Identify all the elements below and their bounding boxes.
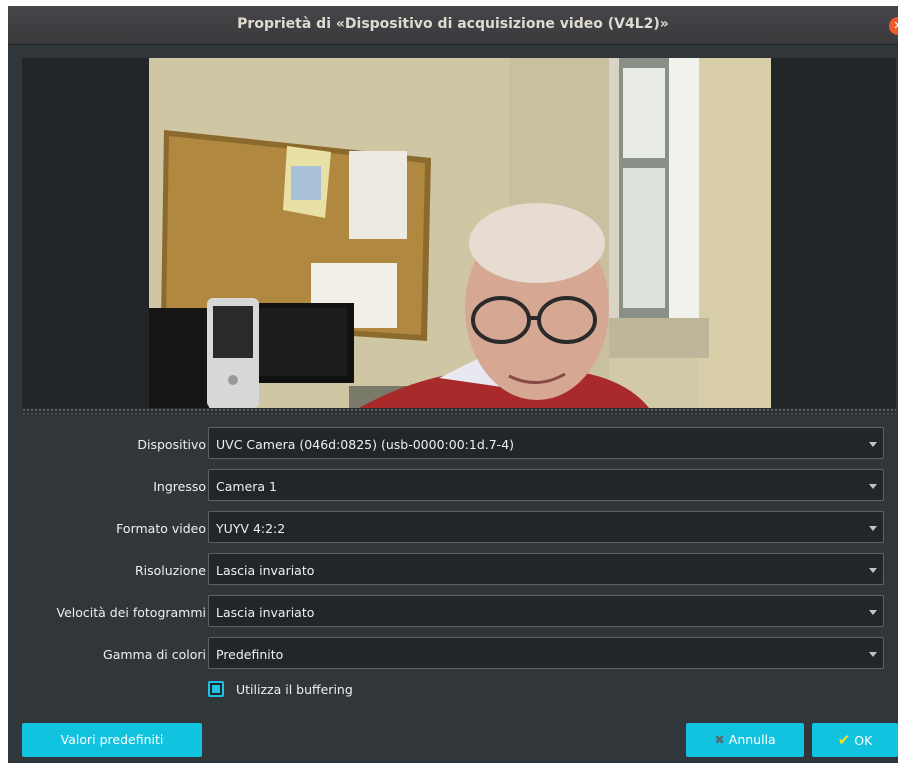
color-range-value: Predefinito (216, 647, 284, 662)
cancel-button[interactable]: ✖ Annulla (686, 723, 804, 757)
cancel-button-label: Annulla (728, 732, 776, 747)
chevron-down-icon (869, 442, 877, 447)
close-icon[interactable]: ✕ (889, 17, 898, 35)
device-combo[interactable]: UVC Camera (046d:0825) (usb-0000:00:1d.7… (208, 427, 884, 459)
resolution-label: Risoluzione (134, 563, 206, 578)
input-combo[interactable]: Camera 1 (208, 469, 884, 501)
preview-splitter[interactable] (22, 408, 896, 414)
chevron-down-icon (869, 610, 877, 615)
input-value: Camera 1 (216, 479, 277, 494)
ok-button[interactable]: ✔ OK (812, 723, 898, 757)
defaults-button-label: Valori predefiniti (60, 732, 164, 747)
chevron-down-icon (869, 568, 877, 573)
color-range-combo[interactable]: Predefinito (208, 637, 884, 669)
frame-rate-combo[interactable]: Lascia invariato (208, 595, 884, 627)
row-dispositivo: Dispositivo UVC Camera (046d:0825) (usb-… (8, 427, 898, 463)
video-preview-area (22, 58, 896, 408)
window-title: Proprietà di «Dispositivo di acquisizion… (237, 16, 669, 32)
color-range-label: Gamma di colori (103, 647, 206, 662)
defaults-button[interactable]: Valori predefiniti (22, 723, 202, 757)
device-label: Dispositivo (137, 437, 206, 452)
resolution-combo[interactable]: Lascia invariato (208, 553, 884, 585)
ok-button-label: OK (854, 733, 873, 748)
frame-rate-value: Lascia invariato (216, 605, 315, 620)
camera-preview-image (149, 58, 771, 408)
row-ingresso: Ingresso Camera 1 (8, 469, 898, 505)
check-icon: ✔ (837, 731, 851, 749)
buffering-checkbox[interactable] (208, 681, 224, 697)
chevron-down-icon (869, 526, 877, 531)
video-format-combo[interactable]: YUYV 4:2:2 (208, 511, 884, 543)
x-icon: ✖ (714, 732, 725, 747)
row-risoluzione: Risoluzione Lascia invariato (8, 553, 898, 589)
buffering-option[interactable]: Utilizza il buffering (208, 679, 508, 701)
row-color-range: Gamma di colori Predefinito (8, 637, 898, 673)
video-format-label: Formato video (116, 521, 206, 536)
frame-rate-label: Velocità dei fotogrammi (56, 605, 207, 620)
chevron-down-icon (869, 652, 877, 657)
device-value: UVC Camera (046d:0825) (usb-0000:00:1d.7… (216, 437, 515, 452)
input-label: Ingresso (153, 479, 206, 494)
buffering-label: Utilizza il buffering (236, 682, 353, 697)
resolution-value: Lascia invariato (216, 563, 315, 578)
title-bar: Proprietà di «Dispositivo di acquisizion… (8, 6, 898, 45)
properties-dialog: Proprietà di «Dispositivo di acquisizion… (8, 6, 898, 763)
chevron-down-icon (869, 484, 877, 489)
row-formato-video: Formato video YUYV 4:2:2 (8, 511, 898, 547)
video-format-value: YUYV 4:2:2 (216, 521, 286, 536)
row-frame-rate: Velocità dei fotogrammi Lascia invariato (8, 595, 898, 631)
